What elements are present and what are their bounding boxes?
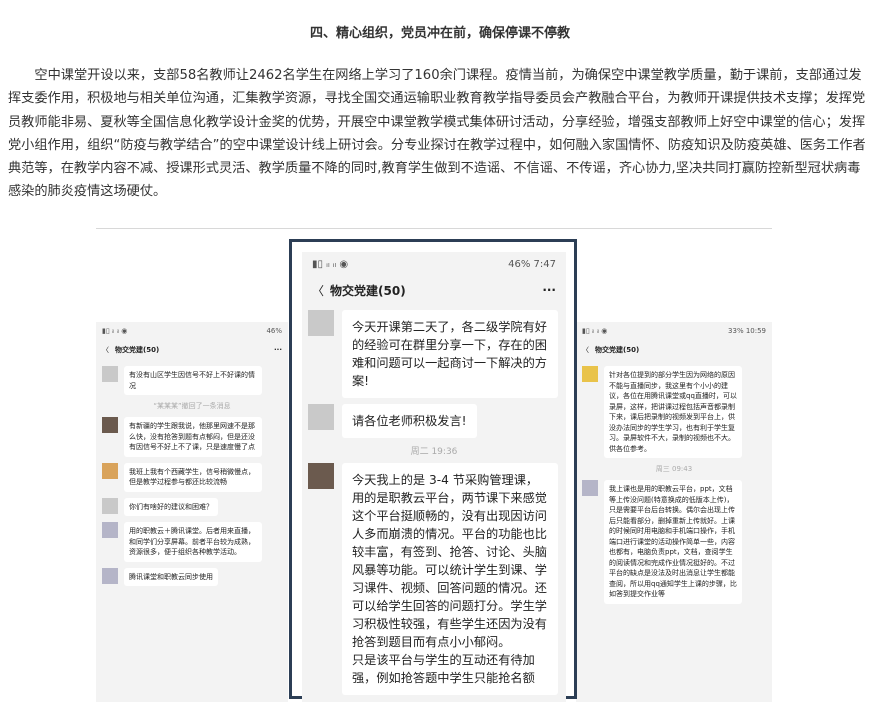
list-item: 腾讯课堂和职教云同步使用 xyxy=(102,567,282,586)
status-bar: ▮▯ ᵢₗ ᵢₗ ◉ 46% 7:47 xyxy=(302,252,566,276)
chat-titlebar: 〈 物交党建(50) ··· xyxy=(302,276,566,304)
back-arrow-icon: 〈 xyxy=(582,346,589,354)
list-item: 今天我上的是 3-4 节采购管理课，用的是职教云平台，两节课下来感觉这个平台挺顺… xyxy=(308,463,560,695)
avatar xyxy=(102,462,118,479)
avatar xyxy=(102,567,118,584)
back-arrow-icon: 〈 xyxy=(102,346,109,354)
battery-status: 46% 7:47 xyxy=(508,258,556,270)
chat-message: 我上课也是用的职教云平台，ppt，文档等上传没问题(特意换成的低版本上传)，只是… xyxy=(604,480,742,604)
avatar xyxy=(102,366,118,382)
chat-message: 有新疆的学生跟我说，他那里网速不是那么快，没有抢答到题有点郁闷，但是还没有因信号… xyxy=(124,417,262,457)
chat-screenshot-right: ▮▯ ᵢₗ ᵢₗ ◉ 33% 10:59 〈 物交党建(50) 针对各位提到的部… xyxy=(576,322,772,702)
article-paragraph: 空中课堂开设以来，支部58名教师让2462名学生在网络上学习了160余门课程。疫… xyxy=(8,68,866,200)
avatar xyxy=(308,404,334,430)
list-item: 请各位老师积极发言! xyxy=(308,404,560,438)
list-item: 我上课也是用的职教云平台，ppt，文档等上传没问题(特意换成的低版本上传)，只是… xyxy=(582,480,766,604)
chat-message: 今天我上的是 3-4 节采购管理课，用的是职教云平台，两节课下来感觉这个平台挺顺… xyxy=(342,463,558,695)
avatar xyxy=(582,366,598,382)
chat-screenshot-frame: ▮▯ ᵢₗ ᵢₗ ◉ 46% 7:47 〈 物交党建(50) ··· 今天开课第… xyxy=(289,239,577,702)
battery-status: 46% xyxy=(266,327,282,335)
chat-titlebar: 〈 物交党建(50) ··· xyxy=(96,340,288,360)
chat-message: 请各位老师积极发言! xyxy=(342,404,477,438)
chat-message-part: 只是该平台与学生的互动还有待加强，例如抢答题中学生只能抢名额 xyxy=(352,653,535,685)
list-item: 针对各位提到的部分学生因为网络的原因不能与直播同步，我这里有个小小的建议，各位在… xyxy=(582,366,766,458)
chat-screenshot-left: ▮▯ ᵢₗ ᵢₗ ◉ 46% 〈 物交党建(50) ··· 有没有山区学生因信号… xyxy=(96,322,288,702)
more-icon: ··· xyxy=(542,283,556,297)
avatar xyxy=(582,480,598,496)
status-bar: ▮▯ ᵢₗ ᵢₗ ◉ 33% 10:59 xyxy=(576,322,772,340)
chat-title: 物交党建(50) xyxy=(595,346,640,354)
chat-message: 腾讯课堂和职教云同步使用 xyxy=(124,567,218,586)
signal-icon: ▮▯ ᵢₗ ᵢₗ ◉ xyxy=(102,327,128,335)
divider xyxy=(96,228,772,229)
chat-message-part: 今天我上的是 3-4 节采购管理课，用的是职教云平台，两节课下来感觉这个平台挺顺… xyxy=(352,473,547,649)
list-item: 有新疆的学生跟我说，他那里网速不是那么快，没有抢答到题有点郁闷，但是还没有因信号… xyxy=(102,417,282,457)
chat-screenshot-middle: ▮▯ ᵢₗ ᵢₗ ◉ 46% 7:47 〈 物交党建(50) ··· 今天开课第… xyxy=(302,252,566,702)
chat-title: 物交党建(50) xyxy=(330,283,406,298)
battery-status: 33% 10:59 xyxy=(728,327,766,335)
avatar xyxy=(308,310,334,336)
avatar xyxy=(308,463,334,489)
list-item: 你们有啥好的建议和困难？ xyxy=(102,497,282,516)
chat-title: 物交党建(50) xyxy=(115,346,160,354)
more-icon: ··· xyxy=(274,346,282,354)
avatar xyxy=(102,417,118,433)
status-bar: ▮▯ ᵢₗ ᵢₗ ◉ 46% xyxy=(96,322,288,340)
list-item: 用的职教云＋腾讯课堂。后者用来直播，和同学们分享屏幕。前者平台较为成熟，资源很多… xyxy=(102,522,282,562)
system-notice: 周三 09:43 xyxy=(655,465,693,473)
back-arrow-icon: 〈 xyxy=(312,283,325,298)
chat-message: 有没有山区学生因信号不好上不好课的情况 xyxy=(124,366,262,395)
chat-message: 你们有啥好的建议和困难？ xyxy=(124,497,218,516)
system-notice: “某某某”撤回了一条消息 xyxy=(153,402,231,410)
list-item: 我班上我有个西藏学生，信号稍微慢点，但是教学过程参与都还比较流畅 xyxy=(102,462,282,492)
avatar xyxy=(102,522,118,538)
chat-titlebar: 〈 物交党建(50) xyxy=(576,340,772,360)
signal-icon: ▮▯ ᵢₗ ᵢₗ ◉ xyxy=(582,327,608,335)
chat-message: 我班上我有个西藏学生，信号稍微慢点，但是教学过程参与都还比较流畅 xyxy=(124,462,262,492)
chat-message: 针对各位提到的部分学生因为网络的原因不能与直播同步，我这里有个小小的建议，各位在… xyxy=(604,366,742,458)
avatar xyxy=(102,497,118,514)
list-item: 有没有山区学生因信号不好上不好课的情况 xyxy=(102,366,282,395)
system-notice: 周二 19:36 xyxy=(410,447,458,457)
chat-message: 今天开课第二天了，各二级学院有好的经验可在群里分享一下，存在的困难和问题可以一起… xyxy=(342,310,558,398)
list-item: 今天开课第二天了，各二级学院有好的经验可在群里分享一下，存在的困难和问题可以一起… xyxy=(308,310,560,398)
signal-icon: ▮▯ ᵢₗ ᵢₗ ◉ xyxy=(312,258,349,270)
chat-message: 用的职教云＋腾讯课堂。后者用来直播，和同学们分享屏幕。前者平台较为成熟，资源很多… xyxy=(124,522,262,562)
section-heading: 四、精心组织，党员冲在前，确保停课不停教 xyxy=(309,26,570,41)
